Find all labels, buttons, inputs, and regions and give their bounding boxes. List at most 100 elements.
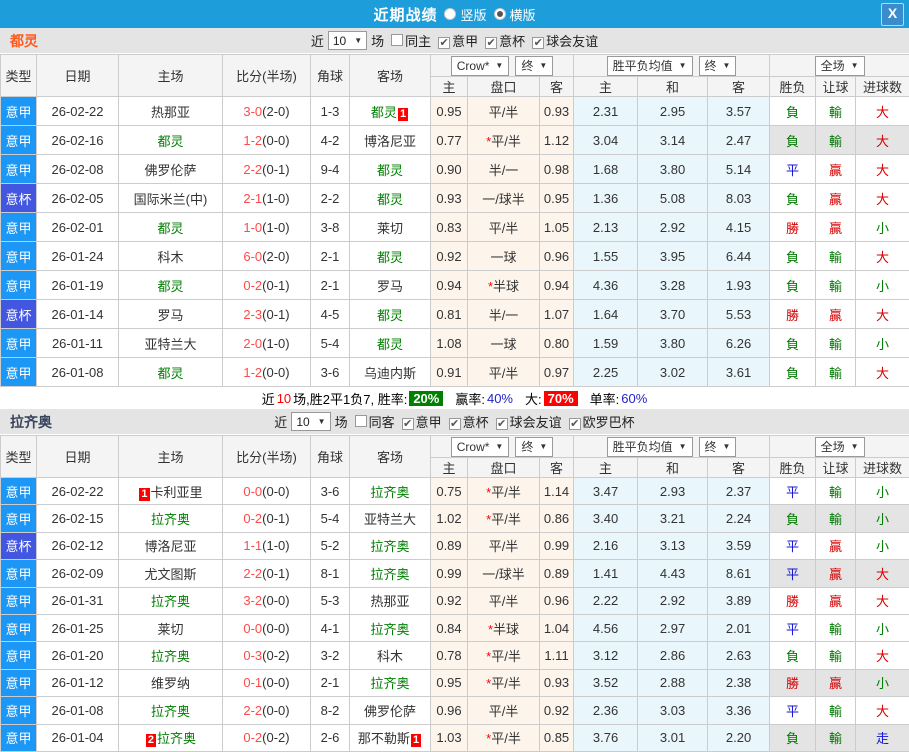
cell-match-type: 意甲: [1, 478, 37, 505]
full-match-select[interactable]: 全场▼: [815, 437, 865, 457]
cell-avg-home: 3.47: [574, 478, 638, 505]
cell-avg-home: 1.55: [574, 242, 638, 271]
torino-results-table: 类型日期主场比分(半场)角球客场Crow*▼终▼胜平负均值▼终▼全场▼主盘口客主…: [0, 54, 909, 387]
cell-match-type: 意甲: [1, 505, 37, 532]
cell-goals-result: 大: [856, 126, 909, 155]
cell-match-type: 意甲: [1, 329, 37, 358]
cell-handicap: *平/半: [468, 478, 540, 505]
cell-handicap-result: 贏: [816, 213, 856, 242]
cell-home-team: 佛罗伦萨: [119, 155, 223, 184]
cell-avg-draw: 2.93: [638, 478, 708, 505]
recent-count-select[interactable]: 10▼: [328, 31, 367, 50]
cell-home-team: 罗马: [119, 300, 223, 329]
cell-handicap: 一/球半: [468, 560, 540, 587]
cell-odds-away: 0.93: [540, 97, 574, 126]
filter-checkbox[interactable]: [355, 415, 367, 427]
cell-score: 0-2(0-1): [223, 271, 311, 300]
avg-odds-select[interactable]: 胜平负均值▼: [607, 437, 693, 457]
cell-home-team: 1卡利亚里: [119, 478, 223, 505]
cell-avg-draw: 3.28: [638, 271, 708, 300]
filter-checkbox[interactable]: ✔: [402, 418, 414, 430]
cell-goals-result: 大: [856, 184, 909, 213]
cell-odds-away: 0.99: [540, 532, 574, 559]
cell-avg-away: 1.93: [708, 271, 770, 300]
cell-match-type: 意甲: [1, 271, 37, 300]
cell-avg-home: 1.68: [574, 155, 638, 184]
cell-odds-away: 0.96: [540, 587, 574, 614]
chevron-down-icon: ▼: [723, 61, 731, 70]
cell-handicap-result: 輸: [816, 271, 856, 300]
filter-checkbox[interactable]: ✔: [532, 37, 544, 49]
cell-result: 負: [770, 329, 816, 358]
cell-avg-away: 2.24: [708, 505, 770, 532]
column-header: 日期: [37, 55, 119, 97]
table-row: 意杯26-02-12博洛尼亚1-1(1-0)5-2拉齐奥0.89平/半0.992…: [1, 532, 909, 559]
cell-avg-draw: 3.95: [638, 242, 708, 271]
full-match-select[interactable]: 全场▼: [815, 56, 865, 76]
cell-avg-draw: 3.80: [638, 155, 708, 184]
chevron-down-icon: ▼: [539, 442, 547, 451]
cell-odds-home: 0.84: [431, 614, 468, 641]
filter-checkbox[interactable]: ✔: [438, 37, 450, 49]
avg-odds-select[interactable]: 胜平负均值▼: [607, 56, 693, 76]
cell-match-type: 意甲: [1, 697, 37, 724]
recent-count-select[interactable]: 10▼: [291, 412, 330, 431]
filter-checkbox[interactable]: ✔: [485, 37, 497, 49]
cell-handicap: *平/半: [468, 642, 540, 669]
vertical-layout-label[interactable]: 竖版: [460, 5, 486, 24]
cell-odds-home: 0.78: [431, 642, 468, 669]
cell-avg-home: 1.64: [574, 300, 638, 329]
chevron-down-icon: ▼: [318, 417, 326, 426]
close-button[interactable]: X: [881, 3, 904, 26]
games-label: 场: [335, 412, 348, 431]
cell-odds-home: 0.83: [431, 213, 468, 242]
cell-handicap-result: 輸: [816, 642, 856, 669]
final-odds-select[interactable]: 终▼: [515, 56, 553, 76]
sub-column-header: 盘口: [468, 77, 540, 97]
filter-checkbox[interactable]: [391, 34, 403, 46]
final-odds-select[interactable]: 终▼: [699, 437, 737, 457]
table-row: 意甲26-01-042拉齐奥0-2(0-2)2-6那不勒斯11.03*平/半0.…: [1, 724, 909, 751]
summary-prefix: 近: [262, 389, 275, 408]
sub-column-header: 让球: [816, 77, 856, 97]
final-odds-select[interactable]: 终▼: [699, 56, 737, 76]
filter-checkbox[interactable]: ✔: [449, 418, 461, 430]
sub-column-header: 盘口: [468, 458, 540, 478]
cell-avg-draw: 3.14: [638, 126, 708, 155]
cell-match-type: 意甲: [1, 242, 37, 271]
cell-avg-away: 5.14: [708, 155, 770, 184]
cell-corners: 2-1: [311, 669, 350, 696]
odds-company-select[interactable]: Crow*▼: [451, 437, 510, 457]
odds-select-group: Crow*▼终▼: [431, 55, 574, 77]
cell-handicap: 半/一: [468, 155, 540, 184]
cell-result: 負: [770, 242, 816, 271]
odds-company-select[interactable]: Crow*▼: [451, 56, 510, 76]
horizontal-layout-label[interactable]: 横版: [510, 5, 536, 24]
filter-checkbox[interactable]: ✔: [569, 418, 581, 430]
cell-corners: 3-8: [311, 213, 350, 242]
cell-score: 1-2(0-0): [223, 358, 311, 387]
cell-avg-away: 4.15: [708, 213, 770, 242]
cell-away-team: 拉齐奥: [350, 478, 431, 505]
cell-handicap: *平/半: [468, 505, 540, 532]
final-odds-select[interactable]: 终▼: [515, 437, 553, 457]
cell-date: 26-02-01: [37, 213, 119, 242]
sub-column-header: 让球: [816, 458, 856, 478]
cell-avg-home: 1.41: [574, 560, 638, 587]
cell-corners: 8-1: [311, 560, 350, 587]
cell-home-team: 尤文图斯: [119, 560, 223, 587]
cell-result: 勝: [770, 300, 816, 329]
cell-odds-home: 0.90: [431, 155, 468, 184]
filter-checkbox[interactable]: ✔: [496, 418, 508, 430]
horizontal-layout-radio[interactable]: [494, 8, 506, 20]
vertical-layout-radio[interactable]: [444, 8, 456, 20]
cell-goals-result: 大: [856, 697, 909, 724]
sub-column-header: 胜负: [770, 77, 816, 97]
cell-date: 26-01-31: [37, 587, 119, 614]
cell-avg-away: 3.59: [708, 532, 770, 559]
cell-corners: 2-6: [311, 724, 350, 751]
cell-corners: 3-2: [311, 642, 350, 669]
cell-goals-result: 大: [856, 97, 909, 126]
cell-away-team: 拉齐奥: [350, 614, 431, 641]
filter-checkbox-label: 意杯: [499, 34, 525, 49]
